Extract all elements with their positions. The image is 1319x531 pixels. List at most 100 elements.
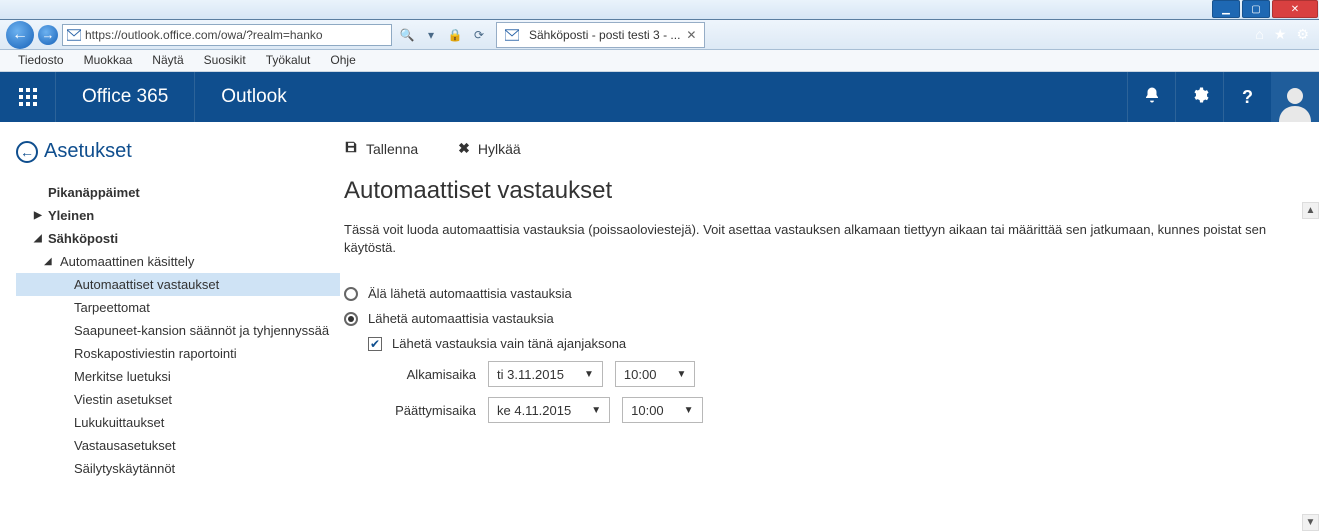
address-url: https://outlook.office.com/owa/?realm=ha… bbox=[85, 28, 323, 42]
end-label: Päättymisaika bbox=[386, 403, 476, 418]
avatar-icon bbox=[1277, 82, 1313, 122]
content-area: ← Asetukset Pikanäppäimet ▶ Yleinen ◢ Sä… bbox=[0, 122, 1319, 531]
search-icon[interactable]: 🔍 bbox=[398, 28, 416, 42]
help-icon: ? bbox=[1242, 87, 1253, 108]
start-time-dropdown[interactable]: 10:00 ▼ bbox=[615, 361, 695, 387]
window-maximize-button[interactable]: ▢ bbox=[1242, 0, 1270, 18]
tab-close-icon[interactable]: ✕ bbox=[686, 28, 696, 42]
page-title: Automaattiset vastaukset bbox=[340, 177, 1311, 205]
bell-icon bbox=[1143, 86, 1161, 109]
end-date-dropdown[interactable]: ke 4.11.2015 ▼ bbox=[488, 397, 610, 423]
radio-off-label: Älä lähetä automaattisia vastauksia bbox=[368, 286, 572, 301]
refresh-icon[interactable]: ⟳ bbox=[470, 28, 488, 42]
home-icon[interactable]: ⌂ bbox=[1255, 26, 1263, 43]
start-date-value: ti 3.11.2015 bbox=[497, 367, 564, 382]
nav-reply-settings[interactable]: Vastausasetukset bbox=[16, 434, 340, 457]
nav-junk-reporting[interactable]: Roskapostiviestin raportointi bbox=[16, 342, 340, 365]
caret-right-icon: ▶ bbox=[34, 210, 42, 221]
o365-brand[interactable]: Office 365 bbox=[56, 72, 195, 122]
menu-tools[interactable]: Työkalut bbox=[256, 50, 321, 71]
nav-inbox-rules[interactable]: Saapuneet-kansion säännöt ja tyhjennyssä… bbox=[16, 319, 340, 342]
nav-retention[interactable]: Säilytyskäytännöt bbox=[16, 457, 340, 480]
menu-favorites[interactable]: Suosikit bbox=[194, 50, 256, 71]
action-toolbar: Tallenna ✖ Hylkää bbox=[340, 140, 1311, 157]
chevron-down-icon: ▼ bbox=[676, 369, 686, 380]
checkbox-period-row[interactable]: ✔ Lähetä vastauksia vain tänä ajanjakson… bbox=[340, 331, 1311, 356]
chevron-down-icon: ▼ bbox=[684, 405, 694, 416]
help-button[interactable]: ? bbox=[1223, 72, 1271, 122]
nav-clutter[interactable]: Tarpeettomat bbox=[16, 296, 340, 319]
nav-read-receipts[interactable]: Lukukuittaukset bbox=[16, 411, 340, 434]
scroll-down-button[interactable]: ▼ bbox=[1302, 514, 1319, 531]
nav-message-options[interactable]: Viestin asetukset bbox=[16, 388, 340, 411]
nav-auto-processing[interactable]: ◢ Automaattinen käsittely bbox=[16, 250, 340, 273]
end-time-row: Päättymisaika ke 4.11.2015 ▼ 10:00 ▼ bbox=[340, 392, 1311, 428]
window-minimize-button[interactable]: ▁ bbox=[1212, 0, 1240, 18]
browser-menu-bar: Tiedosto Muokkaa Näytä Suosikit Työkalut… bbox=[0, 50, 1319, 72]
back-arrow-icon: ← bbox=[16, 141, 38, 163]
start-date-dropdown[interactable]: ti 3.11.2015 ▼ bbox=[488, 361, 603, 387]
notifications-button[interactable] bbox=[1127, 72, 1175, 122]
settings-back-link[interactable]: ← Asetukset bbox=[16, 140, 340, 163]
browser-forward-button[interactable]: → bbox=[38, 25, 58, 45]
start-label: Alkamisaika bbox=[386, 367, 476, 382]
nav-shortcuts[interactable]: Pikanäppäimet bbox=[16, 181, 340, 204]
settings-sidebar: ← Asetukset Pikanäppäimet ▶ Yleinen ◢ Sä… bbox=[0, 122, 340, 531]
tools-icon[interactable]: ⚙ bbox=[1296, 26, 1309, 43]
mail-site-icon bbox=[67, 28, 81, 42]
chevron-down-icon: ▼ bbox=[584, 369, 594, 380]
dropdown-icon[interactable]: ▾ bbox=[422, 28, 440, 42]
radio-dont-send[interactable]: Älä lähetä automaattisia vastauksia bbox=[340, 281, 1311, 306]
nav-general[interactable]: ▶ Yleinen bbox=[16, 204, 340, 227]
radio-on-icon bbox=[344, 312, 358, 326]
scroll-up-button[interactable]: ▲ bbox=[1302, 202, 1319, 219]
chevron-down-icon: ▼ bbox=[591, 405, 601, 416]
radio-off-icon bbox=[344, 287, 358, 301]
waffle-icon bbox=[19, 88, 37, 106]
address-bar[interactable]: https://outlook.office.com/owa/?realm=ha… bbox=[62, 24, 392, 46]
menu-file[interactable]: Tiedosto bbox=[8, 50, 74, 71]
checkbox-period-icon: ✔ bbox=[368, 337, 382, 351]
window-controls: ▁ ▢ ✕ bbox=[0, 0, 1319, 20]
menu-edit[interactable]: Muokkaa bbox=[74, 50, 143, 71]
settings-heading: Asetukset bbox=[44, 140, 132, 163]
end-time-value: 10:00 bbox=[631, 403, 664, 418]
discard-label: Hylkää bbox=[478, 141, 521, 157]
discard-button[interactable]: ✖ Hylkää bbox=[458, 140, 521, 157]
page-description: Tässä voit luoda automaattisia vastauksi… bbox=[340, 221, 1311, 257]
menu-help[interactable]: Ohje bbox=[320, 50, 365, 71]
save-label: Tallenna bbox=[366, 141, 418, 157]
window-close-button[interactable]: ✕ bbox=[1272, 0, 1318, 18]
profile-button[interactable] bbox=[1271, 72, 1319, 122]
tab-title: Sähköposti - posti testi 3 - ... bbox=[529, 28, 680, 42]
browser-tab[interactable]: Sähköposti - posti testi 3 - ... ✕ bbox=[496, 22, 705, 48]
end-date-value: ke 4.11.2015 bbox=[497, 403, 571, 418]
nav-mail[interactable]: ◢ Sähköposti bbox=[16, 227, 340, 250]
settings-button[interactable] bbox=[1175, 72, 1223, 122]
menu-view[interactable]: Näytä bbox=[142, 50, 193, 71]
radio-on-label: Lähetä automaattisia vastauksia bbox=[368, 311, 554, 326]
checkbox-period-label: Lähetä vastauksia vain tänä ajanjaksona bbox=[392, 336, 626, 351]
o365-header: Office 365 Outlook ? bbox=[0, 72, 1319, 122]
save-icon bbox=[344, 140, 358, 157]
save-button[interactable]: Tallenna bbox=[344, 140, 418, 157]
app-launcher-button[interactable] bbox=[0, 72, 56, 122]
radio-send[interactable]: Lähetä automaattisia vastauksia bbox=[340, 306, 1311, 331]
o365-app-name[interactable]: Outlook bbox=[195, 72, 312, 122]
settings-nav-tree: Pikanäppäimet ▶ Yleinen ◢ Sähköposti ◢ A… bbox=[16, 181, 340, 480]
nav-auto-replies[interactable]: Automaattiset vastaukset bbox=[16, 273, 340, 296]
browser-toolbar: ← → https://outlook.office.com/owa/?real… bbox=[0, 20, 1319, 50]
main-panel: Tallenna ✖ Hylkää Automaattiset vastauks… bbox=[340, 122, 1319, 531]
caret-down-icon: ◢ bbox=[44, 256, 52, 267]
favorites-icon[interactable]: ★ bbox=[1274, 26, 1287, 43]
discard-icon: ✖ bbox=[458, 140, 470, 157]
end-time-dropdown[interactable]: 10:00 ▼ bbox=[622, 397, 702, 423]
browser-right-icons: ⌂ ★ ⚙ bbox=[1255, 26, 1313, 43]
nav-mark-read[interactable]: Merkitse luetuksi bbox=[16, 365, 340, 388]
start-time-value: 10:00 bbox=[624, 367, 657, 382]
browser-back-button[interactable]: ← bbox=[6, 21, 34, 49]
lock-icon: 🔒 bbox=[446, 28, 464, 42]
caret-down-icon: ◢ bbox=[34, 233, 42, 244]
mail-tab-icon bbox=[505, 28, 519, 42]
gear-icon bbox=[1191, 86, 1209, 109]
